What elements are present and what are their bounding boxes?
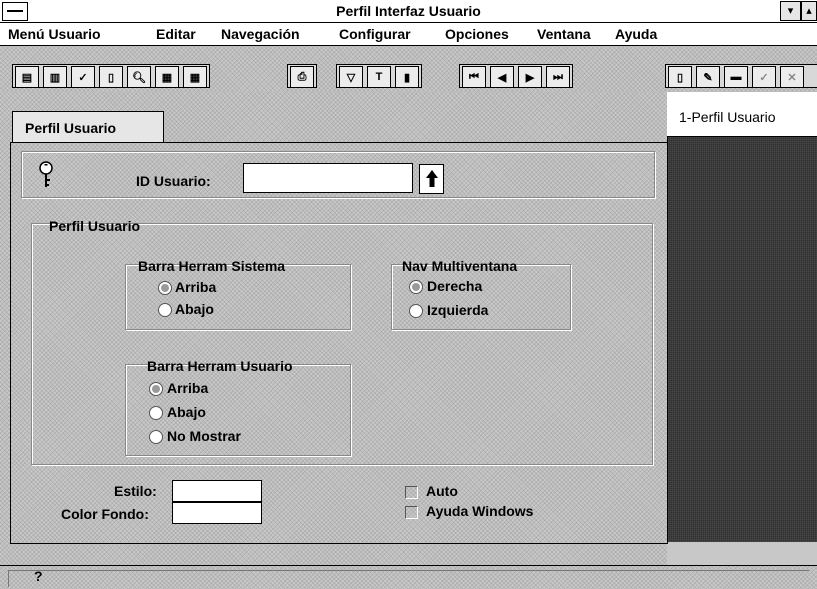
text-icon[interactable]: T — [367, 66, 391, 88]
estilo-input[interactable] — [172, 480, 262, 502]
user-toolbar-arriba-label: Arriba — [167, 380, 209, 396]
title-bar: Perfil Interfaz Usuario ▾ ▴ — [0, 0, 817, 23]
ayuda-windows-checkbox[interactable] — [405, 506, 418, 519]
user-toolbar-label: Barra Herram Usuario — [147, 358, 293, 374]
perfil-usuario-group-label: Perfil Usuario — [49, 218, 141, 234]
status-cell — [8, 570, 809, 587]
nav-izquierda-label: Izquierda — [427, 302, 489, 318]
system-toolbar-arriba-radio[interactable] — [158, 281, 172, 295]
menu-configurar[interactable]: Configurar — [339, 26, 411, 42]
menu-navegacion[interactable]: Navegación — [221, 26, 300, 42]
doc-icon[interactable]: ▯ — [99, 66, 123, 88]
user-toolbar-no-mostrar-label: No Mostrar — [167, 428, 241, 444]
user-toolbar-abajo-radio[interactable] — [149, 406, 163, 420]
search-icon[interactable]: 🔍︎ — [127, 66, 151, 88]
auto-label: Auto — [426, 483, 458, 499]
new-record-icon[interactable]: ▯ — [668, 66, 692, 87]
window-list-item-label: 1-Perfil Usuario — [679, 109, 776, 125]
lookup-button[interactable] — [419, 164, 444, 194]
profile-form: ID Usuario: Perfil Usuario Barra Herram … — [10, 142, 668, 544]
menu-editar[interactable]: Editar — [156, 26, 196, 42]
toolbar-group-navigation: ⏮ ◀ ▶ ⏭ — [459, 64, 573, 88]
system-toolbar-arriba-label: Arriba — [175, 279, 217, 295]
nav-derecha-radio[interactable] — [409, 280, 423, 294]
tab-perfil-usuario[interactable]: Perfil Usuario — [12, 111, 164, 144]
cancel-icon[interactable]: ✕ — [780, 66, 804, 87]
window-list-panel — [667, 92, 817, 542]
system-toolbar-label: Barra Herram Sistema — [138, 258, 286, 274]
paste-icon[interactable]: ▥ — [43, 66, 67, 88]
filter-icon[interactable]: ▽ — [339, 66, 363, 88]
status-help-text: ? — [34, 568, 43, 584]
chart-icon[interactable]: ▮ — [395, 66, 419, 88]
maximize-button[interactable]: ▴ — [801, 1, 817, 21]
auto-checkbox[interactable] — [405, 486, 418, 499]
system-toolbar-abajo-label: Abajo — [175, 301, 214, 317]
edit-icon[interactable]: ✎ — [696, 66, 720, 87]
toolbar: ▤ ▥ ✓ ▯ 🔍︎ ▦ ▦ ⎙ ▽ T ▮ ⏮ ◀ ▶ ⏭ ▯ ✎ ▬ ✓ ✕ — [0, 46, 817, 92]
first-record-icon[interactable]: ⏮ — [462, 66, 486, 88]
color-fondo-input[interactable] — [172, 502, 262, 524]
minimize-button[interactable]: ▾ — [780, 1, 801, 21]
tab-label: Perfil Usuario — [25, 120, 117, 136]
ayuda-windows-label: Ayuda Windows — [426, 503, 534, 519]
menu-usuario[interactable]: Menú Usuario — [8, 26, 101, 42]
user-toolbar-arriba-radio[interactable] — [149, 382, 163, 396]
color-fondo-label: Color Fondo: — [61, 506, 149, 522]
menu-ayuda[interactable]: Ayuda — [615, 26, 657, 42]
previous-record-icon[interactable]: ◀ — [490, 66, 514, 88]
key-icon — [39, 161, 53, 187]
copy-icon[interactable]: ▤ — [15, 66, 39, 88]
table-icon[interactable]: ▦ — [183, 66, 207, 88]
menu-bar: Menú Usuario Editar Navegación Configura… — [0, 23, 817, 46]
last-record-icon[interactable]: ⏭ — [546, 66, 570, 88]
grid-icon[interactable]: ▦ — [155, 66, 179, 88]
save-icon[interactable]: ✓ — [752, 66, 776, 87]
menu-opciones[interactable]: Opciones — [445, 26, 509, 42]
nav-derecha-label: Derecha — [427, 278, 483, 294]
nav-multiwindow-label: Nav Multiventana — [402, 258, 518, 274]
nav-izquierda-radio[interactable] — [409, 304, 423, 318]
check-query-icon[interactable]: ✓ — [71, 66, 95, 88]
up-arrow-icon — [425, 170, 438, 187]
toolbar-group-data: ▽ T ▮ — [336, 64, 422, 88]
toolbar-group-edit: ▯ ✎ ▬ ✓ ✕ — [665, 64, 817, 88]
delete-icon[interactable]: ▬ — [724, 66, 748, 87]
toolbar-group-print: ⎙ — [287, 64, 317, 88]
id-usuario-label: ID Usuario: — [136, 173, 211, 189]
toolbar-group-view: ▤ ▥ ✓ ▯ 🔍︎ ▦ ▦ — [12, 64, 210, 88]
print-icon[interactable]: ⎙ — [290, 66, 314, 88]
window-list-item[interactable]: 1-Perfil Usuario — [667, 92, 817, 137]
menu-ventana[interactable]: Ventana — [537, 26, 591, 42]
estilo-label: Estilo: — [114, 483, 157, 499]
id-usuario-input[interactable] — [243, 163, 413, 193]
system-toolbar-abajo-radio[interactable] — [158, 303, 172, 317]
window-title: Perfil Interfaz Usuario — [336, 3, 481, 19]
user-toolbar-abajo-label: Abajo — [167, 404, 206, 420]
user-toolbar-no-mostrar-radio[interactable] — [149, 430, 163, 444]
next-record-icon[interactable]: ▶ — [518, 66, 542, 88]
